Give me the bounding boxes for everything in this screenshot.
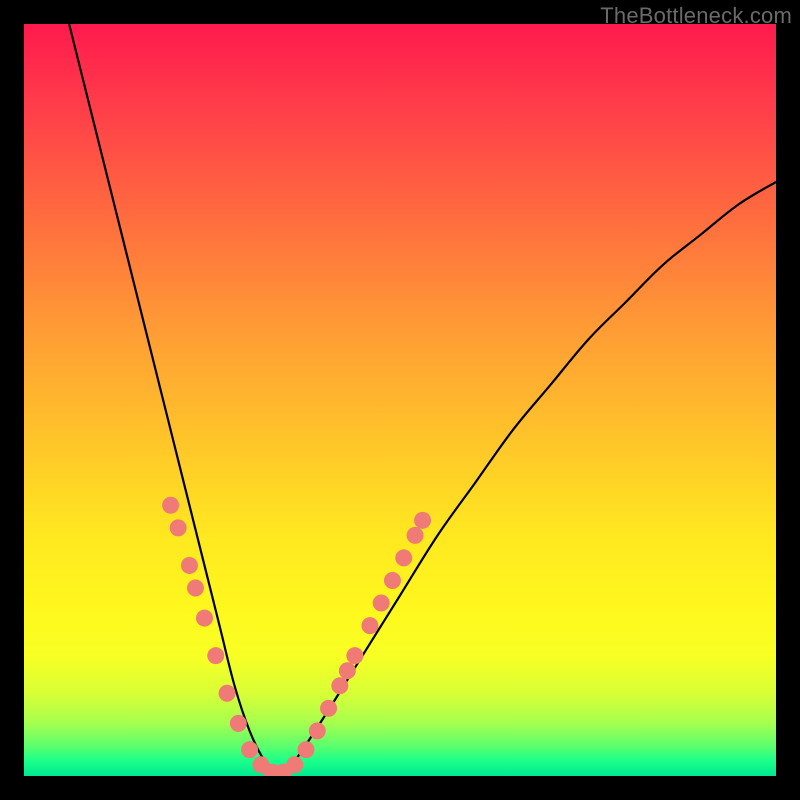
marker-dot [187,580,204,597]
marker-dot [162,497,179,514]
marker-dot [320,700,337,717]
marker-dot [298,741,315,758]
marker-dot [407,527,424,544]
marker-dot [361,617,378,634]
watermark-text: TheBottleneck.com [600,3,792,29]
marker-dot [207,647,224,664]
chart-frame: TheBottleneck.com [0,0,800,800]
marker-dot [309,722,326,739]
marker-dot [196,610,213,627]
plot-area [24,24,776,776]
marker-dot [181,557,198,574]
marker-dot [170,519,187,536]
marker-dot [286,756,303,773]
marker-dot [373,595,390,612]
marker-dot [241,741,258,758]
marker-dot [346,647,363,664]
marker-dot [339,662,356,679]
bottleneck-curve-line [69,24,776,776]
marker-group [162,497,431,776]
marker-dot [395,549,412,566]
marker-dot [230,715,247,732]
chart-svg [24,24,776,776]
marker-dot [414,512,431,529]
marker-dot [331,677,348,694]
marker-dot [384,572,401,589]
marker-dot [219,685,236,702]
